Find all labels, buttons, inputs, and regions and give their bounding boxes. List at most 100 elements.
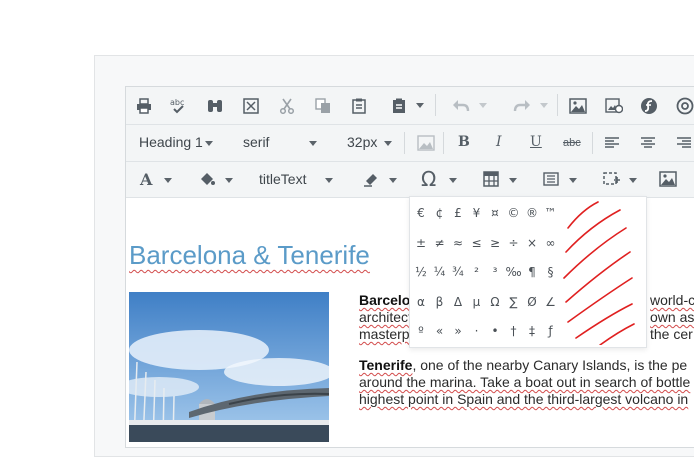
- paragraph-barcelona[interactable]: Barcelo architect masterp: [359, 292, 412, 343]
- cut-icon[interactable]: [276, 96, 298, 116]
- special-char-4-0[interactable]: º: [412, 320, 430, 342]
- image-manager-icon[interactable]: [603, 96, 625, 116]
- style-class-select[interactable]: titleText: [259, 171, 306, 187]
- font-size-dropdown-icon[interactable]: [384, 141, 392, 146]
- font-size-select[interactable]: 32px: [347, 134, 377, 150]
- clear-format-dropdown-icon[interactable]: [389, 178, 397, 183]
- special-char-3-0[interactable]: α: [412, 291, 430, 313]
- text-color-dropdown-icon[interactable]: [164, 178, 172, 183]
- special-char-1-5[interactable]: ÷: [505, 232, 523, 254]
- copy-icon[interactable]: [312, 96, 334, 116]
- paragraph-tenerife[interactable]: Tenerife, one of the nearby Canary Islan…: [359, 357, 690, 408]
- undo-icon[interactable]: [450, 96, 472, 116]
- clear-format-icon[interactable]: [360, 169, 382, 189]
- media-icon[interactable]: [674, 96, 694, 116]
- special-char-4-5[interactable]: †: [505, 320, 523, 342]
- bold-button[interactable]: B: [458, 134, 470, 150]
- paste-special-icon[interactable]: [388, 96, 410, 116]
- special-char-4-3[interactable]: ·: [468, 320, 486, 342]
- paste-icon[interactable]: [348, 96, 370, 116]
- special-char-0-5[interactable]: ©: [505, 202, 523, 224]
- barcelona-photo[interactable]: [129, 292, 329, 442]
- special-char-4-1[interactable]: «: [431, 320, 449, 342]
- paragraph-line: masterp: [359, 326, 410, 342]
- special-char-1-7[interactable]: ∞: [542, 232, 560, 254]
- special-char-0-6[interactable]: ®: [523, 202, 541, 224]
- document-heading[interactable]: Barcelona & Tenerife: [129, 240, 370, 271]
- paragraph-line-text: , one of the nearby Canary Islands, is t…: [412, 357, 688, 373]
- redo-dropdown-icon[interactable]: [540, 103, 548, 108]
- special-char-4-7[interactable]: ƒ: [542, 320, 560, 342]
- special-char-3-4[interactable]: Ω: [486, 291, 504, 313]
- special-char-3-5[interactable]: ∑: [505, 291, 523, 313]
- text-color-button[interactable]: A: [140, 170, 152, 189]
- underline-button[interactable]: U: [530, 134, 542, 150]
- align-right-icon[interactable]: [674, 135, 694, 151]
- special-character-button[interactable]: Ω: [421, 167, 436, 191]
- special-char-2-3[interactable]: ²: [468, 261, 486, 283]
- special-char-0-4[interactable]: ¤: [486, 202, 504, 224]
- paste-dropdown-icon[interactable]: [416, 103, 424, 108]
- special-char-2-1[interactable]: ¼: [431, 261, 449, 283]
- block-format-dropdown-icon[interactable]: [205, 141, 213, 146]
- align-left-icon[interactable]: [602, 135, 622, 151]
- special-char-4-4[interactable]: •: [486, 320, 504, 342]
- find-replace-icon[interactable]: [204, 96, 226, 116]
- paragraph-barcelona-tail[interactable]: world-cla own as the cer: [650, 292, 694, 343]
- special-char-1-2[interactable]: ≈: [449, 232, 467, 254]
- special-char-0-2[interactable]: £: [449, 202, 467, 224]
- special-char-2-2[interactable]: ¾: [449, 261, 467, 283]
- table-dropdown-icon[interactable]: [509, 178, 517, 183]
- background-color-dropdown-icon[interactable]: [225, 178, 233, 183]
- special-char-3-6[interactable]: Ø: [523, 291, 541, 313]
- strikethrough-button[interactable]: abc: [563, 137, 581, 149]
- insert-element-dropdown-icon[interactable]: [629, 178, 637, 183]
- undo-dropdown-icon[interactable]: [479, 103, 487, 108]
- special-char-0-3[interactable]: ¥: [468, 202, 486, 224]
- toolbar-separator: [592, 132, 593, 154]
- toolbar-separator: [443, 132, 444, 154]
- special-char-1-0[interactable]: ±: [412, 232, 430, 254]
- list-dropdown-icon[interactable]: [569, 178, 577, 183]
- special-char-2-0[interactable]: ½: [412, 261, 430, 283]
- font-family-dropdown-icon[interactable]: [309, 141, 317, 146]
- special-char-2-7[interactable]: §: [542, 261, 560, 283]
- special-char-1-3[interactable]: ≤: [468, 232, 486, 254]
- style-class-dropdown-icon[interactable]: [325, 178, 333, 183]
- insert-element-icon[interactable]: [601, 170, 621, 188]
- image-gallery-icon[interactable]: [657, 170, 679, 188]
- special-char-4-2[interactable]: »: [449, 320, 467, 342]
- insert-image-icon[interactable]: [567, 96, 589, 116]
- spellcheck-icon[interactable]: abc: [168, 96, 190, 116]
- fullscreen-icon[interactable]: [240, 96, 262, 116]
- flash-icon[interactable]: [638, 96, 660, 116]
- special-char-0-1[interactable]: ¢: [431, 202, 449, 224]
- special-char-1-1[interactable]: ≠: [431, 232, 449, 254]
- redo-icon[interactable]: [511, 96, 533, 116]
- toolbar-separator: [435, 94, 436, 116]
- special-char-1-4[interactable]: ≥: [486, 232, 504, 254]
- paragraph-line: around the marina. Take a boat out in se…: [359, 374, 691, 390]
- image-properties-icon[interactable]: [415, 133, 437, 153]
- background-color-icon[interactable]: [196, 170, 218, 188]
- list-icon[interactable]: [541, 170, 561, 188]
- special-char-2-5[interactable]: ‰: [505, 261, 523, 283]
- special-character-dropdown-icon[interactable]: [449, 178, 457, 183]
- special-char-3-3[interactable]: μ: [468, 291, 486, 313]
- special-char-2-4[interactable]: ³: [486, 261, 504, 283]
- toolbar-separator: [404, 132, 405, 154]
- block-format-select[interactable]: Heading 1: [139, 134, 203, 150]
- table-icon[interactable]: [481, 170, 501, 188]
- special-char-2-6[interactable]: ¶: [523, 261, 541, 283]
- special-char-0-7[interactable]: ™: [542, 202, 560, 224]
- special-char-1-6[interactable]: ×: [523, 232, 541, 254]
- special-char-3-1[interactable]: β: [431, 291, 449, 313]
- special-char-4-6[interactable]: ‡: [523, 320, 541, 342]
- special-char-3-2[interactable]: Δ: [449, 291, 467, 313]
- print-icon[interactable]: [134, 96, 154, 116]
- special-char-3-7[interactable]: ∠: [542, 291, 560, 313]
- special-char-0-0[interactable]: €: [412, 202, 430, 224]
- align-center-icon[interactable]: [638, 135, 658, 151]
- italic-button[interactable]: I: [496, 134, 502, 150]
- font-family-select[interactable]: serif: [243, 134, 269, 150]
